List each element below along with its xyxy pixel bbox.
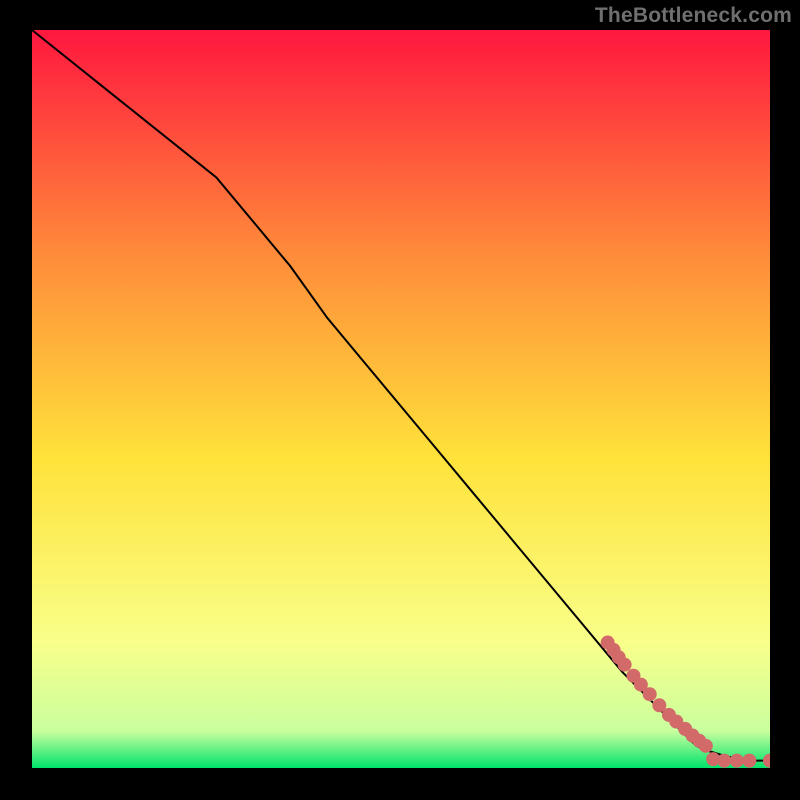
data-point	[643, 687, 657, 701]
gradient-background	[32, 30, 770, 768]
data-point	[717, 754, 731, 768]
chart-frame: TheBottleneck.com	[0, 0, 800, 800]
chart-svg	[32, 30, 770, 768]
data-point	[742, 754, 756, 768]
plot-area	[32, 30, 770, 768]
data-point	[618, 658, 632, 672]
data-point	[699, 739, 713, 753]
data-point	[730, 754, 744, 768]
watermark-text: TheBottleneck.com	[595, 4, 792, 28]
